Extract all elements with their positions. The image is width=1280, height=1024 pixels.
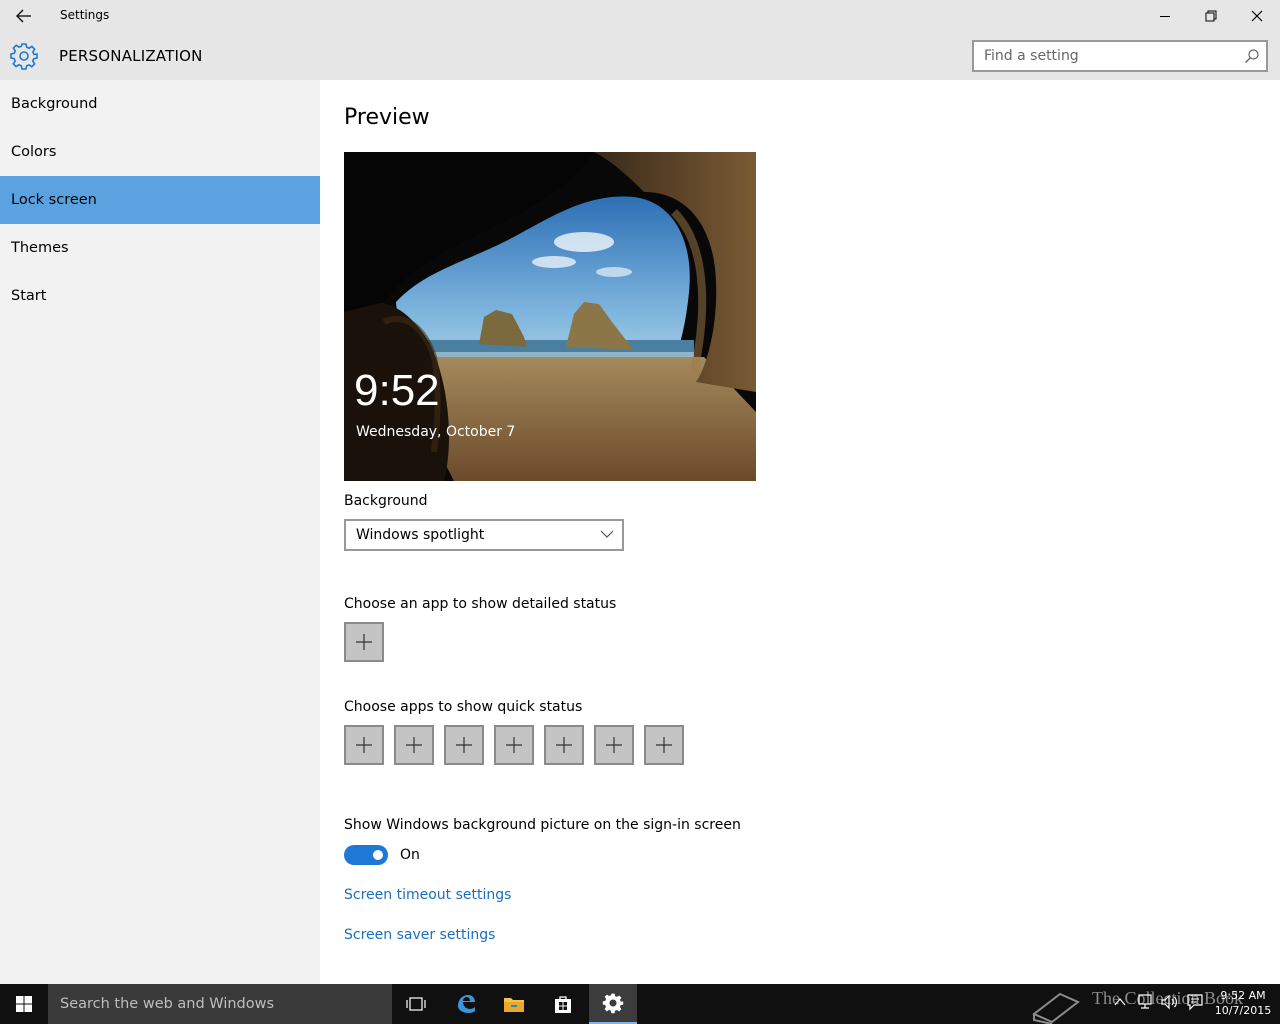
plus-icon [456, 737, 472, 753]
signin-picture-label: Show Windows background picture on the s… [344, 817, 741, 833]
quick-status-add-button-6[interactable] [594, 725, 634, 765]
page-title: PERSONALIZATION [59, 47, 203, 65]
close-icon [1251, 10, 1263, 22]
gear-icon [602, 993, 624, 1014]
plus-icon [356, 737, 372, 753]
sidebar: Background Colors Lock screen Themes Sta… [0, 80, 320, 984]
minimize-button[interactable] [1142, 0, 1188, 32]
chevron-down-icon [600, 530, 614, 538]
quick-status-add-button-1[interactable] [344, 725, 384, 765]
preview-heading: Preview [344, 105, 430, 130]
plus-icon [656, 737, 672, 753]
quick-status-label: Choose apps to show quick status [344, 699, 583, 715]
quick-status-add-button-2[interactable] [394, 725, 434, 765]
screen-timeout-link[interactable]: Screen timeout settings [344, 887, 511, 903]
title-bar: Settings [0, 0, 1280, 32]
restore-icon [1205, 10, 1217, 22]
store-button[interactable] [539, 984, 587, 1024]
plus-icon [506, 737, 522, 753]
gear-icon [10, 43, 38, 70]
book-watermark-icon [1032, 992, 1080, 1024]
main-content: Preview 9:52 Wednesday, October 7 Backgr… [320, 80, 1280, 984]
minimize-icon [1160, 16, 1170, 17]
sidebar-item-lock-screen[interactable]: Lock screen [0, 176, 320, 224]
quick-status-add-button-7[interactable] [644, 725, 684, 765]
task-view-button[interactable] [392, 984, 440, 1024]
restore-button[interactable] [1188, 0, 1234, 32]
quick-status-add-button-3[interactable] [444, 725, 484, 765]
background-dropdown[interactable]: Windows spotlight [344, 519, 624, 551]
file-explorer-button[interactable] [490, 984, 538, 1024]
signin-picture-toggle[interactable] [344, 845, 388, 865]
find-setting-search[interactable] [972, 40, 1268, 72]
quick-status-add-button-5[interactable] [544, 725, 584, 765]
plus-icon [356, 634, 372, 650]
windows-logo-icon [16, 996, 32, 1012]
action-center-icon[interactable] [1186, 992, 1204, 1012]
plus-icon [406, 737, 422, 753]
taskbar-search-box[interactable]: Search the web and Windows [48, 984, 392, 1024]
background-dropdown-value: Windows spotlight [356, 527, 485, 543]
close-button[interactable] [1234, 0, 1280, 32]
sidebar-item-themes[interactable]: Themes [0, 224, 320, 272]
settings-header: PERSONALIZATION [0, 32, 1280, 80]
sidebar-item-colors[interactable]: Colors [0, 128, 320, 176]
volume-icon[interactable] [1160, 992, 1180, 1012]
back-button[interactable] [0, 0, 48, 32]
taskbar: Search the web and Windows The Collectio… [0, 984, 1280, 1024]
detailed-status-add-button[interactable] [344, 622, 384, 662]
store-bag-icon [555, 996, 571, 1013]
edge-button[interactable] [442, 984, 490, 1024]
toggle-state-label: On [400, 847, 420, 863]
network-icon[interactable] [1136, 992, 1154, 1012]
edge-icon [458, 995, 475, 1013]
sidebar-item-start[interactable]: Start [0, 272, 320, 320]
quick-status-add-button-4[interactable] [494, 725, 534, 765]
toggle-knob [373, 850, 383, 860]
taskbar-clock[interactable]: 9:52 AM 10/7/2015 [1212, 988, 1274, 1018]
background-label: Background [344, 493, 428, 509]
preview-time: 9:52 [354, 366, 440, 415]
sidebar-item-background[interactable]: Background [0, 80, 320, 128]
search-input[interactable] [974, 42, 1224, 70]
detailed-status-label: Choose an app to show detailed status [344, 596, 617, 612]
lock-screen-preview: 9:52 Wednesday, October 7 [344, 152, 756, 481]
clock-time: 9:52 AM [1220, 989, 1266, 1002]
back-arrow-icon [16, 9, 31, 23]
screen-saver-link[interactable]: Screen saver settings [344, 927, 495, 943]
settings-taskbar-button[interactable] [589, 984, 637, 1024]
search-icon [1245, 49, 1259, 63]
folder-icon [504, 998, 524, 1012]
preview-date: Wednesday, October 7 [356, 424, 516, 440]
clock-date: 10/7/2015 [1214, 1004, 1272, 1017]
show-hidden-icons-icon[interactable] [1114, 992, 1126, 1012]
task-view-icon [406, 997, 426, 1011]
window-title: Settings [60, 8, 110, 22]
plus-icon [606, 737, 622, 753]
start-button[interactable] [0, 984, 48, 1024]
plus-icon [556, 737, 572, 753]
